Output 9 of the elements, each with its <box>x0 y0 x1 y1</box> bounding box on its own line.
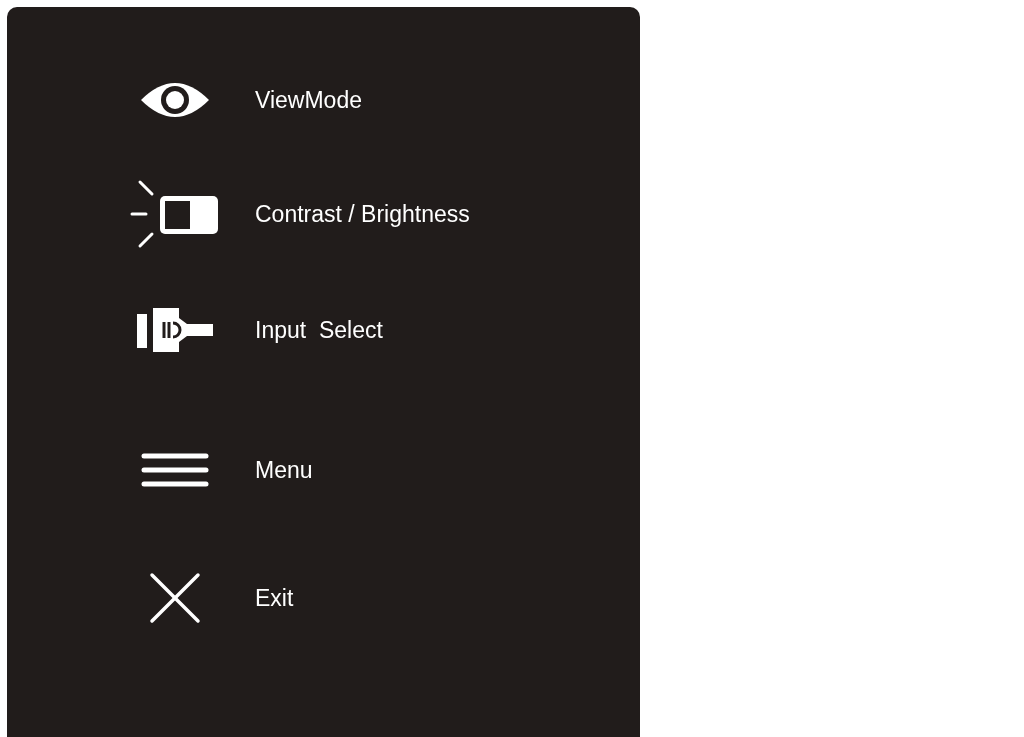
menu-item-label[interactable]: Exit <box>255 580 294 616</box>
menu-icon <box>141 452 209 488</box>
menu-item-label[interactable]: Input Select <box>255 312 383 348</box>
menu-item-label[interactable]: ViewMode <box>255 82 362 118</box>
menu-item-label[interactable]: Menu <box>255 452 313 488</box>
contrast-icon <box>130 178 220 250</box>
menu-item-label[interactable]: Contrast / Brightness <box>255 196 470 232</box>
connector-icon <box>135 306 215 354</box>
close-icon <box>149 572 201 624</box>
